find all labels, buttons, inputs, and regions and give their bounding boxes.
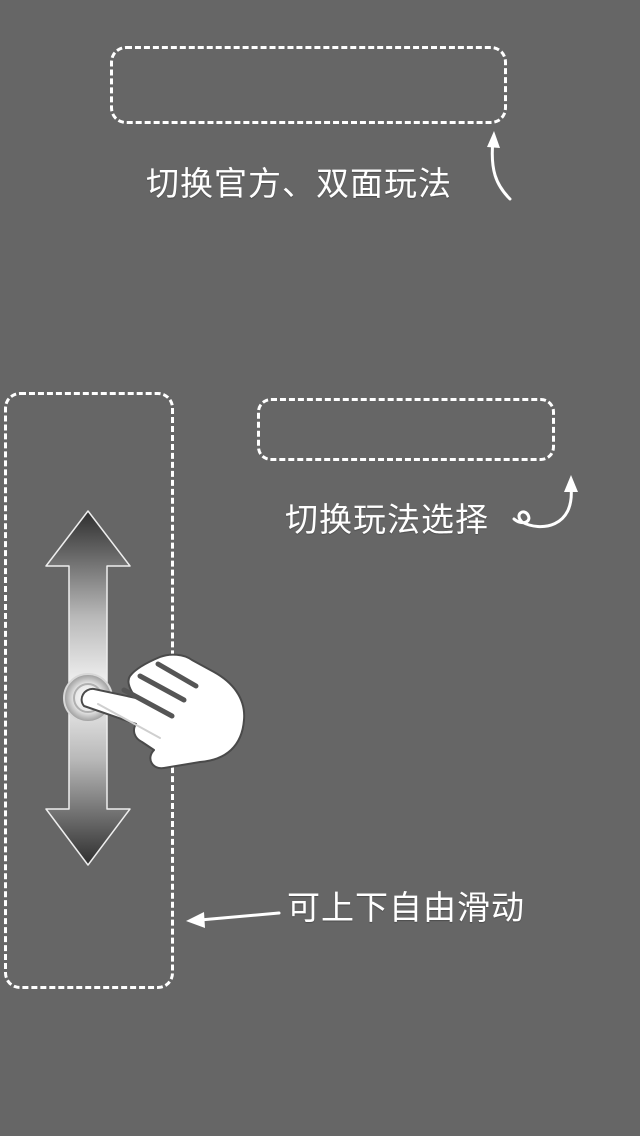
- slide-area-highlight: [4, 392, 174, 989]
- tip-switch-mode: 切换官方、双面玩法: [146, 164, 452, 203]
- curly-arrow-icon: [512, 475, 578, 529]
- left-arrow-icon: [186, 911, 281, 928]
- curved-arrow-icon: [487, 131, 512, 201]
- mode-switch-highlight: [110, 46, 507, 124]
- tutorial-overlay[interactable]: 切换官方、双面玩法 切换玩法选择 可上下自由滑动: [0, 0, 640, 1136]
- tip-switch-play: 切换玩法选择: [285, 500, 489, 539]
- play-select-highlight: [257, 398, 555, 461]
- tip-slide-freely: 可上下自由滑动: [287, 888, 525, 927]
